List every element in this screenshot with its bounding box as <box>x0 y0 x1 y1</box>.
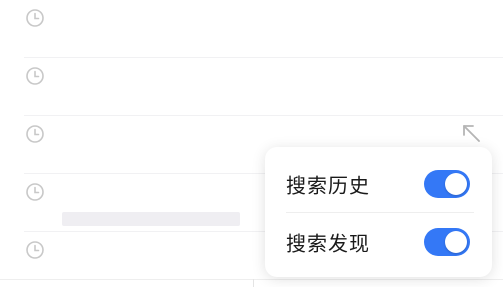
clock-icon <box>26 125 44 143</box>
popup-item-search-history: 搜索历史 <box>265 153 492 215</box>
search-history-screen: 搜索历史 搜索发现 <box>0 0 503 287</box>
popup-item-label: 搜索历史 <box>286 173 370 198</box>
history-row[interactable] <box>0 0 503 58</box>
clock-icon <box>26 9 44 27</box>
bottom-divider <box>0 279 503 280</box>
history-row[interactable] <box>0 58 503 116</box>
bottom-tab-separator <box>253 279 254 287</box>
search-settings-popup: 搜索历史 搜索发现 <box>265 147 492 277</box>
search-history-toggle[interactable] <box>424 170 470 198</box>
search-discovery-toggle[interactable] <box>424 228 470 256</box>
clock-icon <box>26 241 44 259</box>
redacted-history-text <box>62 212 240 226</box>
toggle-knob <box>445 231 467 253</box>
popup-item-search-discovery: 搜索发现 <box>265 211 492 273</box>
clock-icon <box>26 183 44 201</box>
clock-icon <box>26 67 44 85</box>
toggle-knob <box>445 173 467 195</box>
popup-item-label: 搜索发现 <box>286 231 370 256</box>
collapse-arrow-icon[interactable] <box>460 122 482 144</box>
